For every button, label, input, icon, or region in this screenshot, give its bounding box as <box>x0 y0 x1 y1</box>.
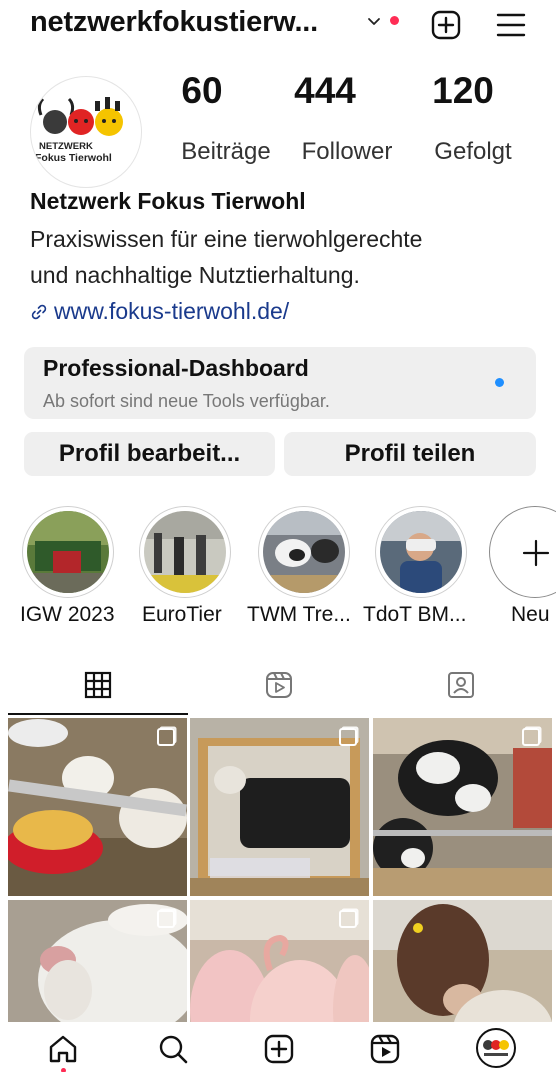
highlight-image <box>380 511 462 593</box>
post-thumbnail[interactable] <box>190 718 369 896</box>
new-highlight-button[interactable] <box>489 506 556 598</box>
home-icon[interactable] <box>46 1032 80 1066</box>
highlight-igw-2023[interactable] <box>22 506 114 598</box>
active-tab-indicator <box>8 713 188 715</box>
profile-link[interactable]: www.fokus-tierwohl.de/ <box>30 298 289 325</box>
posts-label[interactable]: Beiträge <box>156 138 296 166</box>
bottom-navigation <box>0 1022 556 1072</box>
highlight-image <box>27 511 109 593</box>
logo-text-line2: Fokus Tierwohl <box>35 152 112 164</box>
multiple-images-icon <box>157 728 175 746</box>
highlight-label: IGW 2023 <box>20 603 115 626</box>
highlight-eurotier[interactable] <box>139 506 231 598</box>
home-notification-dot <box>61 1068 66 1072</box>
grid-tab-icon[interactable] <box>81 668 115 702</box>
top-bar: netzwerkfokustierw... <box>0 0 556 52</box>
highlight-label: TdoT BM... <box>363 603 467 626</box>
bio-line-2: und nachhaltige Nutztierhaltung. <box>30 262 360 288</box>
multiple-images-icon <box>157 910 175 928</box>
bio-line-1: Praxiswissen für eine tierwohlgerechte <box>30 226 423 252</box>
new-highlight-label: Neu <box>511 603 550 626</box>
highlight-twm[interactable] <box>258 506 350 598</box>
create-post-icon[interactable] <box>429 8 463 42</box>
profile-tab-avatar[interactable] <box>476 1028 516 1068</box>
reels-tab-icon[interactable] <box>262 668 296 702</box>
multiple-images-icon <box>339 728 357 746</box>
dashboard-new-dot <box>495 378 504 387</box>
reels-icon[interactable] <box>368 1032 402 1066</box>
notification-dot <box>390 16 399 25</box>
plus-icon <box>522 539 550 567</box>
dashboard-title: Professional-Dashboard <box>43 355 309 381</box>
highlight-label: EuroTier <box>142 603 222 626</box>
following-count[interactable]: 120 <box>398 70 528 112</box>
account-username[interactable]: netzwerkfokustierw... <box>30 6 318 39</box>
tagged-tab-icon[interactable] <box>444 668 478 702</box>
edit-profile-button[interactable]: Profil bearbeit... <box>24 432 275 476</box>
menu-icon[interactable] <box>494 8 528 42</box>
search-icon[interactable] <box>156 1032 190 1066</box>
highlight-image <box>263 511 345 593</box>
profile-link-text[interactable]: www.fokus-tierwohl.de/ <box>54 298 289 325</box>
create-icon[interactable] <box>262 1032 296 1066</box>
link-icon <box>31 304 47 319</box>
logo-graphic: NETZWERK Fokus Tierwohl <box>35 97 123 164</box>
following-label[interactable]: Gefolgt <box>403 138 543 166</box>
dashboard-subtitle: Ab sofort sind neue Tools verfügbar. <box>43 391 330 411</box>
posts-count[interactable]: 60 <box>137 70 267 112</box>
professional-dashboard[interactable]: Professional-Dashboard Ab sofort sind ne… <box>24 347 536 419</box>
chevron-down-icon[interactable] <box>364 12 384 32</box>
highlight-image <box>144 511 226 593</box>
multiple-images-icon <box>522 728 540 746</box>
logo-text-line1: NETZWERK <box>39 141 93 152</box>
multiple-images-icon <box>339 910 357 928</box>
post-thumbnail[interactable] <box>373 718 552 896</box>
followers-count[interactable]: 444 <box>260 70 390 112</box>
share-profile-button[interactable]: Profil teilen <box>284 432 536 476</box>
followers-label[interactable]: Follower <box>277 138 417 166</box>
profile-avatar[interactable]: NETZWERK Fokus Tierwohl <box>30 76 142 188</box>
highlight-tdot[interactable] <box>375 506 467 598</box>
post-thumbnail[interactable] <box>8 718 187 896</box>
profile-name: Netzwerk Fokus Tierwohl <box>30 188 306 214</box>
highlight-label: TWM Tre... <box>247 603 351 626</box>
